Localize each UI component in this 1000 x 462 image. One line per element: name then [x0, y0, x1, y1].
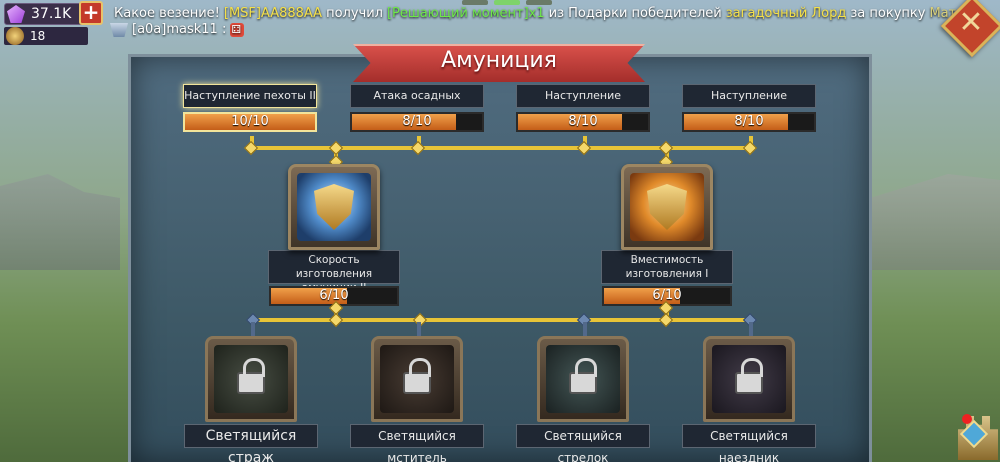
- node-image: [297, 173, 371, 241]
- progress-bar: 8/10: [516, 112, 650, 132]
- chat-text: из Подарки победителей: [548, 6, 722, 21]
- gems-value: 37.1K: [31, 6, 72, 22]
- node-name: Вместимость изготовления I: [601, 250, 733, 284]
- progress-bar: 8/10: [350, 112, 484, 132]
- node-name: Наступление пехоты II: [183, 84, 317, 108]
- shield-icon: [314, 184, 354, 230]
- chat-lord: загадочный Лорд: [725, 6, 847, 21]
- node-frame: [703, 336, 795, 422]
- node-name: Скорость изготовления амуниции II: [268, 250, 400, 294]
- gems-counter: 37.1K +: [4, 1, 103, 25]
- node-name: Наступление кавалерии II: [682, 84, 816, 124]
- rank-icon: [110, 23, 128, 37]
- background-castle-right: [870, 174, 1000, 270]
- chat-item: [Решающий момент]x1: [386, 6, 545, 21]
- chat-line-2: [a0a]mask11 :: [110, 22, 940, 38]
- lock-icon: [237, 358, 265, 394]
- lock-icon: [569, 358, 597, 394]
- chat-text: [a0a]mask11 :: [132, 22, 227, 37]
- node-name: Наступление стрелков II: [516, 84, 650, 124]
- connector-line: [252, 318, 750, 322]
- connector-line-locked: [749, 322, 753, 336]
- close-icon[interactable]: ✕: [956, 8, 986, 38]
- page-dot: [462, 0, 488, 5]
- vip-badge-icon: [6, 27, 24, 45]
- background-castle-left: [0, 174, 120, 270]
- progress-text: 8/10: [568, 114, 598, 129]
- node-frame: [288, 164, 380, 250]
- progress-text: 8/10: [402, 114, 432, 129]
- connector-line-locked: [583, 322, 587, 336]
- research-node-cavalry-advance[interactable]: Наступление кавалерии II 8/10: [682, 84, 816, 132]
- shield-icon: [647, 184, 687, 230]
- page-dot-active: [494, 0, 520, 5]
- progress-bar: 8/10: [682, 112, 816, 132]
- node-frame: [371, 336, 463, 422]
- chat-feed[interactable]: Какое везение! [MSF]AA888AA получил [Реш…: [110, 6, 985, 38]
- node-name: Светящийся наездник: [682, 424, 816, 462]
- research-node-ranged-advance[interactable]: Наступление стрелков II 8/10: [516, 84, 650, 132]
- node-name: Светящийся страж: [184, 424, 318, 462]
- node-frame: [205, 336, 297, 422]
- research-node-infantry-advance[interactable]: Наступление пехоты II 10/10: [183, 84, 317, 132]
- node-frame: [537, 336, 629, 422]
- dice-icon: [230, 22, 245, 38]
- node-name: Светящийся стрелок: [516, 424, 650, 462]
- node-name: Светящийся мститель: [350, 424, 484, 462]
- buy-gems-button[interactable]: +: [79, 1, 103, 25]
- research-node-glowing-guard[interactable]: Светящийся страж: [184, 336, 318, 462]
- lock-icon: [403, 358, 431, 394]
- level-badge: 18: [4, 27, 88, 45]
- research-node-glowing-archer[interactable]: Светящийся стрелок: [516, 336, 650, 462]
- connector-line: [250, 146, 753, 150]
- page-title: Амуниция: [441, 48, 557, 73]
- chat-text: за покупку: [850, 6, 926, 21]
- progress-bar: 10/10: [183, 112, 317, 132]
- chat-player: [MSF]AA888AA: [223, 6, 323, 21]
- research-node-siege-attack[interactable]: Атака осадных орудий II 8/10: [350, 84, 484, 132]
- connector-line-locked: [417, 322, 421, 336]
- lock-icon: [735, 358, 763, 394]
- research-node-glowing-rider[interactable]: Светящийся наездник: [682, 336, 816, 462]
- research-node-craft-capacity[interactable]: Вместимость изготовления I 6/10: [601, 164, 733, 306]
- node-name: Атака осадных орудий II: [350, 84, 484, 124]
- page-dot: [526, 0, 552, 5]
- progress-text: 8/10: [734, 114, 764, 129]
- node-frame: [621, 164, 713, 250]
- research-node-ammo-craft-speed[interactable]: Скорость изготовления амуниции II 6/10: [268, 164, 400, 306]
- research-node-glowing-avenger[interactable]: Светящийся мститель: [350, 336, 484, 462]
- connector-line-locked: [251, 322, 255, 336]
- node-image: [630, 173, 704, 241]
- chat-text: Какое везение!: [114, 6, 220, 21]
- level-value: 18: [30, 29, 46, 43]
- chat-text: получил: [326, 6, 383, 21]
- progress-text: 10/10: [231, 114, 269, 129]
- gem-icon: [7, 5, 25, 23]
- chat-line-1: Какое везение! [MSF]AA888AA получил [Реш…: [110, 6, 985, 22]
